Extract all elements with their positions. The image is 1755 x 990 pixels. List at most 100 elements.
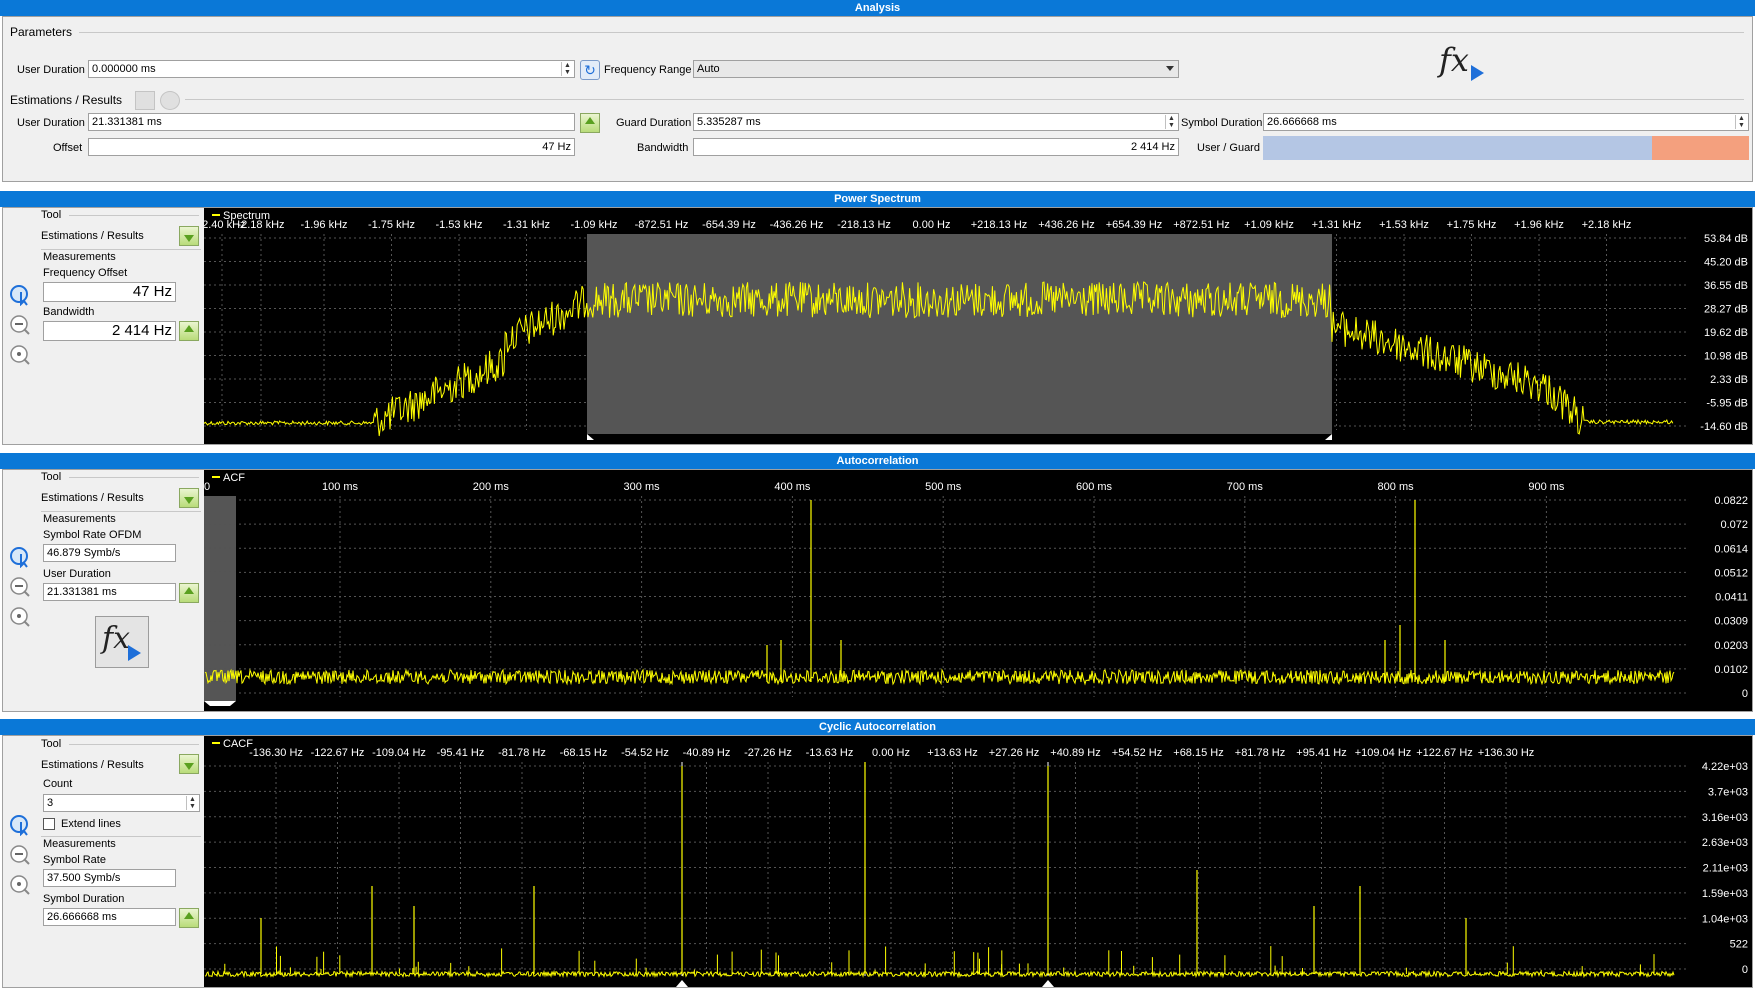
acf-fx-button[interactable]: fx — [95, 616, 149, 668]
cacf-marker — [676, 980, 688, 987]
symbol-duration-spinner[interactable]: ▲ ▼ — [1735, 115, 1747, 129]
offset-field: 47 Hz — [88, 138, 575, 156]
x-tick-label: +2.18 kHz — [1582, 219, 1632, 231]
x-tick-label: +654.39 Hz — [1106, 219, 1163, 231]
guard-duration-label: Guard Duration — [616, 117, 692, 129]
acf-zoom-out-icon[interactable] — [9, 576, 31, 598]
acf-estimations-label: Estimations / Results — [41, 492, 144, 504]
acf-measurements-label: Measurements — [43, 513, 116, 525]
acf-pointer-tool-icon[interactable] — [9, 546, 31, 568]
count-input[interactable]: 3 ▲ ▼ — [43, 794, 200, 812]
fx-play-icon[interactable]: fx — [1437, 39, 1497, 89]
cyclic-title: Cyclic Autocorrelation — [0, 719, 1755, 735]
legend-label: Spectrum — [223, 210, 270, 222]
cacf-zoom-out-icon[interactable] — [9, 844, 31, 866]
apply-down-icon[interactable] — [135, 91, 155, 110]
cacf-pointer-tool-icon[interactable] — [9, 814, 31, 836]
guard-portion — [1651, 136, 1749, 160]
x-tick-label: -1.53 kHz — [435, 219, 482, 231]
play-icon — [128, 645, 141, 661]
cacf-estimate-button[interactable] — [179, 754, 199, 774]
autocorrelation-plot[interactable]: 0.0822 0.072 0.0614 0.0512 0.0411 0.0309 0.020… — [204, 470, 1752, 711]
y-tick-label: 0.0411 — [1715, 592, 1748, 604]
x-tick-label: +1.53 kHz — [1379, 219, 1429, 231]
x-tick-label: 200 ms — [473, 481, 510, 493]
x-tick-label: +872.51 Hz — [1173, 219, 1230, 231]
count-spinner[interactable]: ▲ ▼ — [186, 796, 198, 810]
y-tick-label: 19.62 dB — [1704, 327, 1748, 339]
x-tick-label: +436.26 Hz — [1038, 219, 1095, 231]
tool-label: Tool — [41, 209, 62, 221]
extend-lines-checkbox[interactable] — [43, 818, 55, 830]
x-tick-label: -872.51 Hz — [635, 219, 689, 231]
pointer-tool-icon[interactable] — [9, 284, 31, 306]
count-label: Count — [43, 778, 73, 790]
acf-apply-user-duration-button[interactable] — [179, 583, 199, 603]
y-tick-label: 0 — [1742, 964, 1748, 976]
cacf-tool-label: Tool — [41, 738, 62, 750]
y-tick-label: -14.60 dB — [1700, 421, 1748, 433]
reset-icon[interactable] — [160, 91, 180, 110]
y-tick-label: 0.0512 — [1714, 567, 1748, 579]
y-tick-label: 36.55 dB — [1704, 280, 1748, 292]
ps-estimate-button[interactable] — [179, 226, 199, 246]
ps-apply-bandwidth-button[interactable] — [179, 321, 199, 341]
frequency-range-select[interactable]: Auto — [693, 60, 1179, 78]
apply-user-duration-button[interactable] — [580, 113, 600, 133]
x-tick-label: -122.67 Hz — [311, 747, 365, 759]
guard-duration-spinner[interactable]: ▲ ▼ — [1165, 115, 1177, 129]
user-guard-label: User / Guard — [1197, 142, 1260, 154]
x-tick-label: +1.31 kHz — [1312, 219, 1362, 231]
user-duration-label: User Duration — [17, 64, 85, 76]
x-tick-label: +1.96 kHz — [1514, 219, 1564, 231]
cacf-measurements-label: Measurements — [43, 838, 116, 850]
ps-estimations-label: Estimations / Results — [41, 230, 144, 242]
cacf-apply-button[interactable] — [179, 908, 199, 928]
acf-estimate-button[interactable] — [179, 488, 199, 508]
x-tick-label: -136.30 Hz — [249, 747, 303, 759]
marker-left — [204, 701, 236, 706]
freq-offset-label: Frequency Offset — [43, 267, 128, 279]
x-tick-label: +218.13 Hz — [971, 219, 1028, 231]
x-tick-label: 900 ms — [1528, 481, 1565, 493]
marker-left — [587, 434, 594, 440]
x-tick-label: 100 ms — [322, 481, 359, 493]
x-tick-label: 0 — [204, 481, 210, 493]
ps-measurements-label: Measurements — [43, 251, 116, 263]
x-tick-label: +109.04 Hz — [1355, 747, 1412, 759]
zoom-out-icon[interactable] — [9, 314, 31, 336]
autocorrelation-panel: Tool Estimations / Results Measurements … — [2, 469, 1753, 712]
y-tick-label: 53.84 dB — [1704, 233, 1748, 245]
x-tick-label: -81.78 Hz — [498, 747, 546, 759]
x-tick-label: -40.89 Hz — [683, 747, 731, 759]
user-duration-input[interactable]: 0.000000 ms ▲ ▼ — [88, 60, 575, 78]
y-tick-label: 2.11e+03 — [1703, 863, 1748, 875]
symbol-duration-field[interactable]: 26.666668 ms ▲ ▼ — [1263, 113, 1749, 131]
guard-duration-field[interactable]: 5.335287 ms ▲ ▼ — [693, 113, 1179, 131]
x-tick-label: +1.75 kHz — [1447, 219, 1497, 231]
offset-label: Offset — [53, 142, 83, 154]
cyclic-plot[interactable]: 4.22e+03 3.7e+03 3.16e+03 2.63e+03 2.11e+03 1… — [204, 736, 1752, 987]
cacf-estimations-label: Estimations / Results — [41, 759, 144, 771]
x-tick-label: -1.96 kHz — [300, 219, 347, 231]
user-duration-spinner[interactable]: ▲ ▼ — [561, 62, 573, 76]
x-tick-label: -13.63 Hz — [806, 747, 854, 759]
refresh-icon[interactable]: ↻ — [580, 60, 600, 80]
power-spectrum-title: Power Spectrum — [0, 191, 1755, 207]
symbol-duration-label: Symbol Duration — [1181, 117, 1263, 129]
estimations-label: Estimations / Results — [10, 93, 123, 107]
zoom-in-icon[interactable] — [9, 344, 31, 366]
power-spectrum-plot[interactable]: 53.84 dB 45.20 dB 36.55 dB 28.27 dB 19.62 dB… — [204, 208, 1752, 444]
y-tick-label: 28.27 dB — [1704, 304, 1748, 316]
acf-zoom-in-icon[interactable] — [9, 606, 31, 628]
y-tick-label: 4.22e+03 — [1702, 761, 1748, 773]
x-tick-label: 800 ms — [1378, 481, 1415, 493]
y-tick-label: 0.0203 — [1714, 640, 1748, 652]
x-tick-label: -54.52 Hz — [621, 747, 669, 759]
fx-icon: fx — [102, 621, 131, 656]
chevron-down-icon — [1166, 66, 1174, 71]
symbol-duration-value: 26.666668 ms — [1267, 116, 1337, 128]
x-tick-label: -218.13 Hz — [837, 219, 891, 231]
cacf-zoom-in-icon[interactable] — [9, 874, 31, 896]
legend-label: CACF — [223, 738, 253, 750]
